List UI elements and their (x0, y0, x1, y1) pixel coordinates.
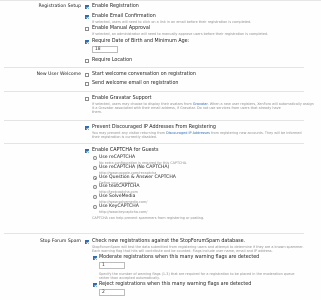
enable-gravatar-checkbox[interactable] (85, 97, 89, 101)
captcha-keycaptcha-label: Use KeyCAPTCHA (99, 204, 139, 209)
send-welcome-email-label: Send welcome email on registration (92, 81, 179, 86)
captcha-solvemedia-hint: http://www.solvemedia.com/ (99, 199, 148, 204)
captcha-nocaptcha-hint: http://www.google.com/recaptcha (99, 170, 157, 175)
moderate-checkbox[interactable] (93, 256, 97, 260)
reject-flags-input[interactable]: 2 (99, 289, 125, 296)
section-divider (4, 91, 304, 92)
captcha-solvemedia-label: Use SolveMedia (99, 194, 136, 199)
check-hint-line-2: Each warning flag that hits will contrib… (92, 248, 273, 253)
captcha-textcaptcha-hint: http://textcaptcha.com (99, 189, 138, 194)
section-divider (4, 143, 304, 144)
require-location-label: Require Location (92, 58, 133, 63)
reject-checkbox[interactable] (93, 283, 97, 287)
require-location-checkbox[interactable] (85, 59, 89, 63)
moderate-flags-input[interactable]: 1 (99, 262, 125, 269)
manual-approval-hint: If selected, an administrator will need … (92, 31, 269, 36)
enable-captcha-label: Enable CAPTCHA for Guests (92, 148, 159, 153)
check-registrations-checkbox[interactable] (85, 240, 89, 244)
prevent-discouraged-label: Prevent Discouraged IP Addresses From Re… (92, 125, 216, 130)
enable-registration-checkbox[interactable] (85, 5, 89, 9)
top-divider (0, 0, 321, 1)
enable-manual-approval-checkbox[interactable] (85, 27, 89, 31)
require-dob-checkbox[interactable] (85, 40, 89, 44)
gravatar-hint-line-3: it a Gravatar associated with their emai… (92, 105, 281, 110)
enable-captcha-checkbox[interactable] (85, 149, 89, 153)
captcha-keycaptcha-radio[interactable] (93, 205, 97, 209)
send-welcome-email-checkbox[interactable] (85, 82, 89, 86)
discouraged-ip-link[interactable]: Discouraged IP Addresses (166, 131, 210, 135)
captcha-textcaptcha-label: Use textCAPTCHA (99, 184, 140, 189)
section-divider (4, 233, 304, 234)
start-conversation-label: Start welcome conversation on registrati… (92, 72, 196, 77)
captcha-solvemedia-radio[interactable] (93, 195, 97, 199)
enable-registration-label: Enable Registration (92, 4, 139, 9)
captcha-footer-hint: CAPTCHA can help prevent spammers from r… (92, 215, 205, 220)
captcha-nocaptcha-label: Use reCAPTCHA (No CAPTCHA) (99, 165, 170, 170)
section-divider (4, 120, 304, 121)
section-label-stop-forum-spam: Stop Forum Spam (39, 239, 81, 244)
moderate-hint-line-2: rather than accepted automatically. (99, 275, 160, 280)
moderate-label: Moderate registrations when this many wa… (99, 255, 260, 260)
start-conversation-checkbox[interactable] (85, 73, 89, 77)
gravatar-hint-line-4: them. (92, 109, 102, 114)
captcha-recaptcha-radio[interactable] (93, 156, 97, 160)
captcha-recaptcha-label: Use reCAPTCHA (99, 155, 136, 160)
min-age-input[interactable]: 18 (92, 46, 118, 53)
section-label-registration-setup: Registration Setup (38, 4, 81, 9)
enable-email-confirmation-checkbox[interactable] (85, 15, 89, 19)
require-dob-label: Require Date of Birth and Minimum Age: (92, 39, 190, 44)
email-confirmation-hint: If selected, users will need to click on… (92, 19, 252, 24)
section-label-new-user-welcome: New User Welcome (36, 72, 81, 77)
section-divider (4, 67, 304, 68)
discouraged-hint-line-3: their registration is currently disabled… (92, 134, 158, 139)
captcha-keycaptcha-hint: http://www.keycaptcha.com/ (99, 209, 148, 214)
captcha-recaptcha-hint: No extra configuration is required for t… (99, 160, 188, 165)
enable-gravatar-label: Enable Gravatar Support (92, 96, 152, 101)
captcha-textcaptcha-radio[interactable] (93, 185, 97, 189)
enable-manual-approval-label: Enable Manual Approval (92, 26, 151, 31)
prevent-discouraged-checkbox[interactable] (85, 126, 89, 130)
check-registrations-label: Check new registrations against the Stop… (92, 239, 246, 244)
captcha-qa-label: Use Question & Answer CAPTCHA (99, 175, 176, 180)
enable-email-confirmation-label: Enable Email Confirmation (92, 14, 156, 19)
reject-label: Reject registrations when this many warn… (99, 282, 252, 287)
captcha-qa-radio[interactable] (93, 176, 97, 180)
captcha-nocaptcha-radio[interactable] (93, 166, 97, 170)
